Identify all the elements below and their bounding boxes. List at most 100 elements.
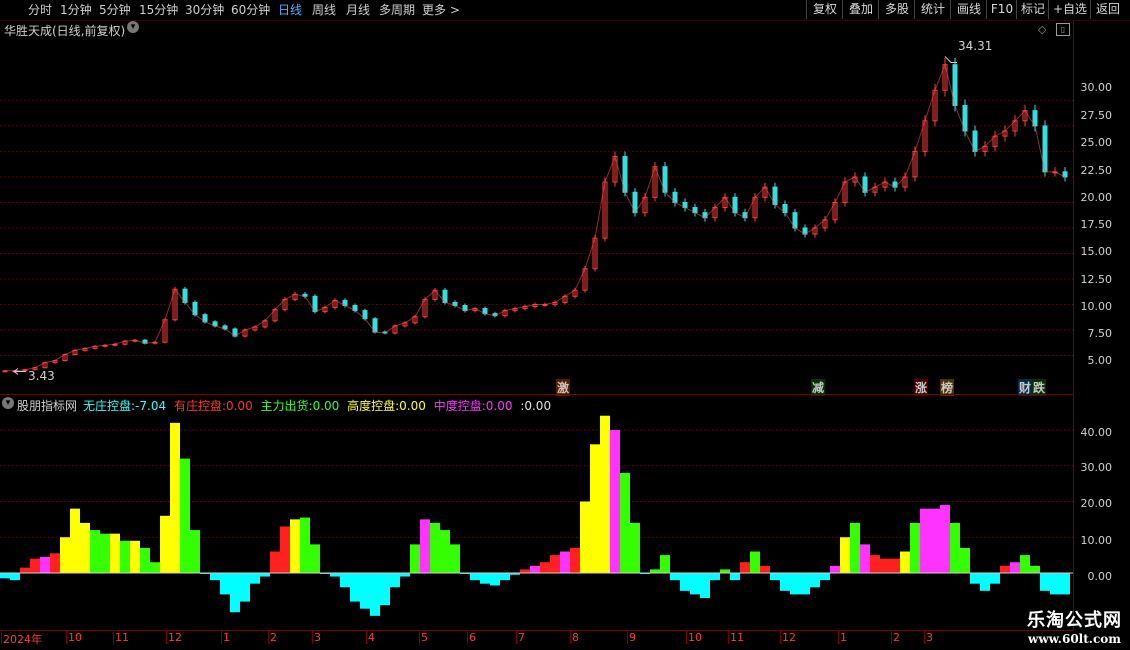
add-watchlist-button[interactable]: +自选	[1048, 0, 1091, 19]
indicator-bar	[790, 572, 800, 595]
indicator-bar	[330, 572, 340, 577]
indicator-bar	[800, 572, 810, 595]
indicator-bar	[1010, 562, 1020, 573]
x-axis-tick	[627, 630, 628, 644]
period-tab-5min[interactable]: 5分钟	[99, 2, 131, 18]
indicator-bar	[160, 515, 170, 573]
indicator-bar	[260, 572, 270, 577]
indicator-bar	[630, 522, 640, 573]
indicator-bar	[860, 544, 870, 573]
period-tab-weekly[interactable]: 周线	[312, 2, 336, 18]
fuquan-button[interactable]: 复权	[806, 0, 843, 19]
indicator-bar	[50, 553, 60, 573]
indicator-bar	[390, 572, 400, 588]
x-axis-line	[0, 630, 1073, 631]
indicator-bar	[650, 569, 660, 573]
indicator-bar	[500, 572, 510, 581]
indicator-bar	[350, 572, 360, 602]
indicator-bar	[1030, 565, 1040, 573]
indicator-bar	[420, 519, 430, 573]
overlay-button[interactable]: 叠加	[842, 0, 879, 19]
indicator-bar	[230, 572, 240, 613]
x-axis-label: 4	[368, 631, 375, 644]
indicator-bar	[580, 501, 590, 573]
x-axis-label: 12	[782, 631, 796, 644]
x-axis-label: 1	[223, 631, 230, 644]
period-tab-daily[interactable]: 日线	[278, 2, 302, 18]
x-axis-label: 2	[893, 631, 900, 644]
high-price-label: 34.31	[958, 39, 993, 53]
price-tick: 25.00	[1080, 136, 1113, 149]
period-tab-15min[interactable]: 15分钟	[139, 2, 178, 18]
period-tab-1min[interactable]: 1分钟	[60, 2, 92, 18]
x-axis-label: 3	[314, 631, 321, 644]
indicator-bar	[280, 526, 290, 573]
indicator-bar	[130, 540, 140, 573]
x-axis-label: 11	[115, 631, 129, 644]
x-axis-tick	[780, 630, 781, 644]
indicator-tick: 30.00	[1080, 461, 1113, 474]
x-axis-tick	[570, 630, 571, 644]
indicator-bar	[710, 572, 720, 581]
period-tab-60min[interactable]: 60分钟	[231, 2, 270, 18]
indicator-bar	[540, 562, 550, 573]
price-tick: 15.00	[1080, 245, 1113, 258]
period-tab-fenshi[interactable]: 分时	[28, 2, 52, 18]
indicator-bar	[550, 555, 560, 573]
indicator-bar	[940, 505, 950, 573]
indicator-bar	[520, 569, 530, 573]
period-tab-30min[interactable]: 30分钟	[185, 2, 224, 18]
indicator-bar	[90, 530, 100, 573]
indicator-bar	[610, 430, 620, 573]
top-toolbar: 分时 1分钟 5分钟 15分钟 30分钟 60分钟 日线 周线 月线 多周期 更…	[0, 0, 1130, 21]
price-y-axis: 30.00 27.50 25.00 22.50 20.00 17.50 15.0…	[1073, 21, 1116, 394]
indicator-tick: 40.00	[1080, 426, 1113, 439]
indicator-bar	[360, 572, 370, 609]
x-axis-tick	[312, 630, 313, 644]
indicator-bar	[100, 533, 110, 573]
period-tab-monthly[interactable]: 月线	[346, 2, 370, 18]
indicator-bar	[870, 555, 880, 573]
indicator-bar	[80, 522, 90, 573]
indicator-bar	[970, 572, 980, 584]
price-tick: 17.50	[1080, 218, 1113, 231]
indicator-bar	[850, 522, 860, 573]
indicator-bar	[930, 508, 940, 573]
indicator-bar	[220, 572, 230, 595]
watermark: 乐淘公式网 www.60lt.com	[1027, 606, 1122, 646]
indicator-bar	[840, 537, 850, 573]
back-button[interactable]: 返回	[1090, 0, 1125, 19]
x-axis-label: 2	[270, 631, 277, 644]
indicator-bar	[810, 572, 820, 588]
period-tab-more[interactable]: 更多 >	[422, 2, 460, 18]
x-axis-label: 6	[469, 631, 476, 644]
indicator-bar	[190, 530, 200, 573]
indicator-bar	[150, 562, 160, 573]
x-axis-tick	[1, 630, 2, 644]
period-tab-multi[interactable]: 多周期	[379, 2, 415, 18]
indicator-bar	[470, 572, 480, 581]
indicator-bar	[300, 517, 310, 573]
indicator-bar	[750, 551, 760, 573]
indicator-bar	[720, 569, 730, 573]
price-tick: 5.00	[1087, 354, 1113, 367]
f10-button[interactable]: F10	[986, 0, 1017, 19]
mark-button[interactable]: 标记	[1016, 0, 1049, 19]
indicator-bar	[10, 572, 20, 581]
indicator-bar	[980, 572, 990, 591]
stats-button[interactable]: 统计	[914, 0, 951, 19]
x-axis-tick	[467, 630, 468, 644]
x-axis-label: 9	[629, 631, 636, 644]
indicator-bar	[1060, 572, 1070, 595]
indicator-bar	[60, 537, 70, 573]
price-tick: 30.00	[1080, 81, 1113, 94]
multi-stock-button[interactable]: 多股	[878, 0, 915, 19]
indicator-bar	[170, 422, 180, 573]
indicator-bar	[430, 522, 440, 573]
draw-line-button[interactable]: 画线	[950, 0, 987, 19]
indicator-bar	[960, 547, 970, 573]
indicator-tick: 10.00	[1080, 534, 1113, 547]
indicator-bar	[1040, 572, 1050, 591]
indicator-bar	[730, 572, 740, 581]
x-axis-tick	[891, 630, 892, 644]
